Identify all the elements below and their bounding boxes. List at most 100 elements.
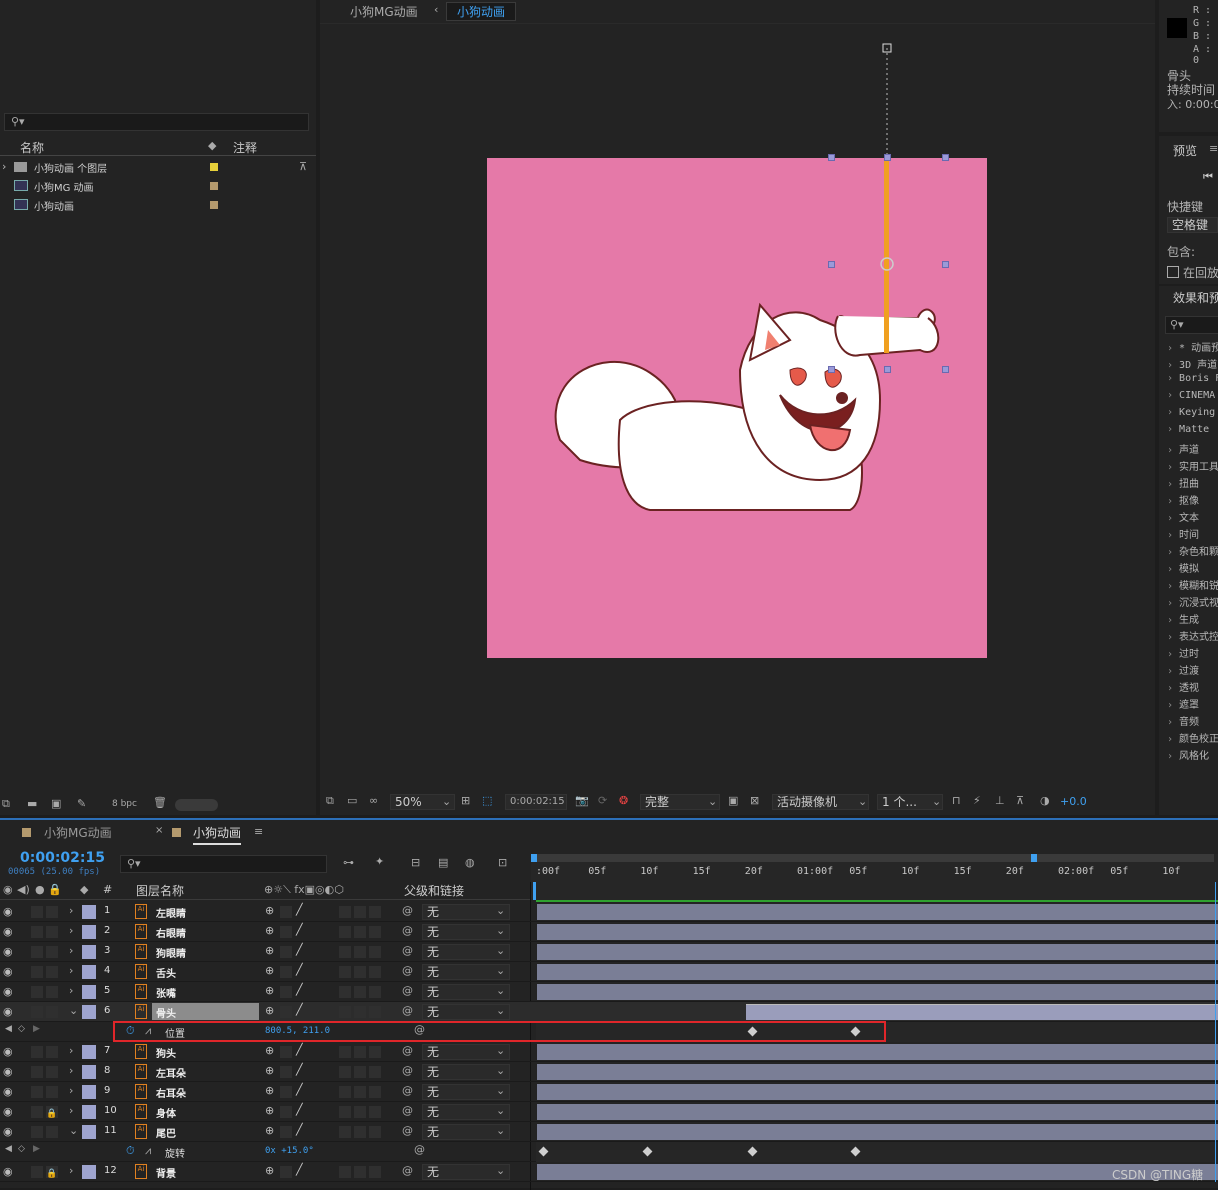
collapse-switch[interactable] bbox=[280, 906, 292, 918]
camera-icon[interactable]: 📷 bbox=[575, 794, 589, 807]
effects-category[interactable]: › 颜色校正 bbox=[1167, 730, 1218, 745]
effects-category[interactable]: › * 动画预 bbox=[1167, 339, 1218, 354]
layer-row[interactable]: ◉ › 3 Ai 狗眼睛 ⊕ ╱ @ 无 ⌄ bbox=[0, 942, 1218, 962]
prev-keyframe-icon[interactable]: ◀ bbox=[5, 1144, 12, 1154]
collapse-switch[interactable] bbox=[280, 1106, 292, 1118]
draft-3d-icon[interactable]: ✦ bbox=[375, 855, 384, 868]
chevron-right-icon[interactable]: › bbox=[69, 1164, 73, 1177]
tab-comp-active[interactable]: 小狗动画 bbox=[193, 824, 242, 845]
layer-name[interactable]: 背景 bbox=[156, 1165, 176, 1180]
fx-switch[interactable] bbox=[339, 1106, 351, 1118]
label-swatch[interactable] bbox=[82, 1125, 96, 1139]
collapse-switch[interactable] bbox=[280, 1086, 292, 1098]
layer-duration-bar[interactable] bbox=[537, 1064, 1218, 1080]
project-item-comp[interactable]: 小狗动画 bbox=[0, 196, 298, 214]
collapse-switch[interactable] bbox=[280, 966, 292, 978]
effects-category[interactable]: › 抠像 bbox=[1167, 492, 1199, 507]
exposure-icon[interactable]: ◑ bbox=[1040, 794, 1050, 807]
effects-category[interactable]: › 遮罩 bbox=[1167, 696, 1199, 711]
chevron-down-icon[interactable]: ⌄ bbox=[932, 795, 941, 808]
lock-toggle[interactable]: 🔒 bbox=[46, 1106, 58, 1119]
new-folder-icon[interactable]: ▬ bbox=[27, 797, 37, 810]
chevron-right-icon[interactable]: › bbox=[1167, 390, 1179, 401]
3d-switch[interactable] bbox=[369, 1106, 381, 1118]
always-preview-icon[interactable]: ⧉ bbox=[326, 794, 334, 808]
expression-pick-whip-icon[interactable]: @ bbox=[414, 1143, 425, 1156]
exposure-value[interactable]: +0.0 bbox=[1060, 795, 1087, 808]
3d-switch[interactable] bbox=[369, 906, 381, 918]
effects-category[interactable]: › 表达式控 bbox=[1167, 628, 1218, 643]
solo-toggle[interactable] bbox=[31, 1086, 43, 1098]
color-channels-icon[interactable]: ❂ bbox=[619, 794, 628, 807]
pick-whip-icon[interactable]: @ bbox=[402, 1044, 413, 1057]
graph-editor-icon[interactable]: ⊡ bbox=[498, 856, 507, 869]
pick-whip-icon[interactable]: @ bbox=[402, 964, 413, 977]
layer-name[interactable]: 左耳朵 bbox=[156, 1065, 186, 1080]
layer-name[interactable]: 狗眼睛 bbox=[156, 945, 186, 960]
3d-switch[interactable] bbox=[369, 1006, 381, 1018]
layer-duration-bar[interactable] bbox=[746, 1004, 1218, 1020]
layer-name[interactable]: 右耳朵 bbox=[156, 1085, 186, 1100]
motion-blur-switch[interactable] bbox=[354, 966, 366, 978]
layer-row[interactable]: ◉ ⌄ 6 Ai 骨头 ⊕ ╱ @ 无 ⌄ bbox=[0, 1002, 1218, 1022]
shy-switch-icon[interactable]: ⊕ bbox=[265, 964, 274, 977]
shy-switch-icon[interactable]: ⊕ bbox=[265, 1004, 274, 1017]
effects-category[interactable]: › 杂色和颗 bbox=[1167, 543, 1218, 558]
shy-switch-icon[interactable]: ⊕ bbox=[265, 924, 274, 937]
monitor-icon[interactable]: ▭ bbox=[347, 794, 357, 807]
chevron-right-icon[interactable]: › bbox=[1167, 479, 1179, 490]
transform-handle[interactable] bbox=[942, 261, 949, 268]
chevron-right-icon[interactable]: › bbox=[69, 1104, 73, 1117]
chevron-right-icon[interactable]: › bbox=[1167, 615, 1179, 626]
pick-whip-icon[interactable]: @ bbox=[402, 1124, 413, 1137]
chevron-right-icon[interactable]: › bbox=[69, 1084, 73, 1097]
3d-switch[interactable] bbox=[369, 1086, 381, 1098]
effects-category[interactable]: › 3D 声道 bbox=[1167, 356, 1217, 371]
project-item-comp[interactable]: 小狗MG 动画 bbox=[0, 177, 298, 195]
transparency-icon[interactable]: ⊠ bbox=[750, 794, 759, 807]
col-layer-name[interactable]: 图层名称 bbox=[136, 882, 184, 899]
quality-switch-icon[interactable]: ╱ bbox=[296, 963, 303, 976]
collapse-switch[interactable] bbox=[280, 1166, 292, 1178]
label-swatch[interactable] bbox=[82, 925, 96, 939]
add-keyframe-icon[interactable]: ◇ bbox=[18, 1144, 25, 1154]
label-swatch[interactable] bbox=[82, 1085, 96, 1099]
chevron-down-icon[interactable]: ⌄ bbox=[496, 944, 505, 957]
layer-name[interactable]: 舌头 bbox=[156, 965, 176, 980]
chevron-down-icon[interactable]: ⌄ bbox=[69, 1124, 78, 1137]
chevron-right-icon[interactable]: › bbox=[1167, 530, 1179, 541]
eye-icon[interactable]: ◉ bbox=[3, 905, 13, 918]
chevron-down-icon[interactable]: ⌄ bbox=[496, 1084, 505, 1097]
chevron-right-icon[interactable]: › bbox=[1167, 700, 1179, 711]
shy-switch-icon[interactable]: ⊕ bbox=[265, 1044, 274, 1057]
trash-icon[interactable]: 🗑 bbox=[153, 796, 167, 809]
collapse-switch[interactable] bbox=[280, 1006, 292, 1018]
chevron-right-icon[interactable]: › bbox=[1167, 751, 1179, 762]
layer-name[interactable]: 狗头 bbox=[156, 1045, 176, 1060]
collapse-switch[interactable] bbox=[280, 1066, 292, 1078]
chevron-right-icon[interactable]: › bbox=[1167, 343, 1179, 354]
effects-category[interactable]: › 过渡 bbox=[1167, 662, 1199, 677]
label-swatch[interactable] bbox=[82, 985, 96, 999]
3d-switch[interactable] bbox=[369, 1166, 381, 1178]
pick-whip-icon[interactable]: @ bbox=[402, 1084, 413, 1097]
chevron-down-icon[interactable]: ⌄ bbox=[496, 1004, 505, 1017]
chevron-right-icon[interactable]: › bbox=[1167, 598, 1179, 609]
playhead[interactable] bbox=[533, 882, 536, 900]
lock-toggle[interactable] bbox=[46, 946, 58, 958]
label-swatch[interactable] bbox=[82, 1165, 96, 1179]
layer-duration-bar[interactable] bbox=[537, 1084, 1218, 1100]
3d-switch[interactable] bbox=[369, 946, 381, 958]
layer-name[interactable]: 右眼睛 bbox=[156, 925, 186, 940]
flowchart-icon[interactable]: ⊼ bbox=[299, 160, 307, 173]
fx-switch[interactable] bbox=[339, 906, 351, 918]
solo-toggle[interactable] bbox=[31, 986, 43, 998]
chevron-right-icon[interactable]: › bbox=[1167, 632, 1179, 643]
layer-row[interactable]: ◉ › 4 Ai 舌头 ⊕ ╱ @ 无 ⌄ bbox=[0, 962, 1218, 982]
motion-blur-switch[interactable] bbox=[354, 1046, 366, 1058]
frame-blending-icon[interactable]: ▤ bbox=[438, 856, 448, 869]
layer-row[interactable]: ◉ 🔒 › 10 Ai 身体 ⊕ ╱ @ 无 ⌄ bbox=[0, 1102, 1218, 1122]
new-comp-icon[interactable]: ▣ bbox=[51, 797, 61, 810]
lock-toggle[interactable]: 🔒 bbox=[46, 1166, 58, 1179]
solo-toggle[interactable] bbox=[31, 1006, 43, 1018]
